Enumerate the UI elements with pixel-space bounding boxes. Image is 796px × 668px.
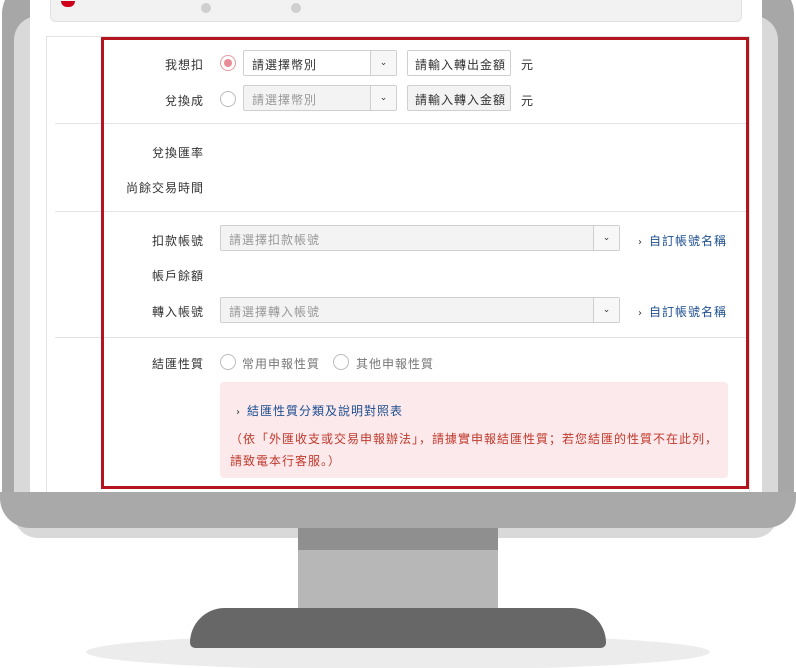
monitor-chin	[0, 492, 796, 528]
custom-account-link-text-2: 自訂帳號名稱	[649, 305, 728, 319]
chevron-down-icon: ⌄	[593, 298, 619, 322]
debit-account-select[interactable]: 請選擇扣款帳號 ⌄	[220, 225, 620, 251]
debit-amount-input[interactable]: 請輸入轉出金額	[407, 50, 511, 76]
chevron-down-icon: ⌄	[370, 51, 396, 75]
remit-other-label[interactable]: 其他申報性質	[356, 355, 434, 372]
debit-amount-placeholder: 請輸入轉出金額	[415, 58, 507, 72]
monitor-neck-shadow	[298, 528, 498, 550]
remit-other-radio[interactable]	[333, 354, 349, 370]
divider	[55, 337, 749, 338]
remit-notice-text: （依「外匯收支或交易申報辦法」，請據實申報結匯性質；若您結匯的性質不在此列，請致…	[230, 432, 719, 468]
custom-account-name-link-2[interactable]: › 自訂帳號名稱	[638, 303, 727, 320]
credit-label: 兌換成	[164, 94, 204, 108]
chevron-right-icon: ›	[638, 237, 643, 248]
chevron-down-icon: ⌄	[593, 226, 619, 250]
credit-radio[interactable]	[220, 91, 236, 107]
remit-type-label: 結匯性質	[151, 357, 204, 371]
balance-label: 帳戶餘額	[151, 269, 204, 283]
credit-unit: 元	[521, 94, 534, 108]
top-nav-strip	[50, 0, 742, 22]
chevron-right-icon: ›	[236, 407, 241, 418]
custom-account-link-text: 自訂帳號名稱	[649, 234, 728, 248]
remit-common-label[interactable]: 常用申報性質	[242, 355, 320, 372]
credit-account-select[interactable]: 請選擇轉入帳號 ⌄	[220, 297, 620, 323]
chevron-right-icon: ›	[638, 308, 643, 319]
credit-currency-value: 請選擇幣別	[252, 93, 318, 107]
debit-radio[interactable]	[220, 55, 236, 71]
brand-logo	[61, 1, 75, 7]
debit-unit: 元	[521, 58, 534, 72]
debit-account-label: 扣款帳號	[151, 234, 204, 248]
nav-icon[interactable]	[201, 3, 211, 13]
remaining-time-label: 尚餘交易時間	[125, 181, 204, 195]
custom-account-name-link[interactable]: › 自訂帳號名稱	[638, 232, 727, 249]
nav-icon[interactable]	[291, 3, 301, 13]
credit-account-value: 請選擇轉入帳號	[229, 305, 321, 319]
debit-account-value: 請選擇扣款帳號	[229, 233, 321, 247]
monitor-base	[190, 608, 606, 648]
rate-label: 兌換匯率	[151, 146, 204, 160]
debit-currency-select[interactable]: 請選擇幣別 ⌄	[243, 50, 397, 76]
remit-common-radio[interactable]	[220, 354, 236, 370]
remit-table-link[interactable]: › 結匯性質分類及說明對照表	[236, 402, 403, 419]
divider	[55, 123, 749, 124]
debit-currency-value: 請選擇幣別	[252, 58, 318, 72]
credit-account-label: 轉入帳號	[151, 305, 204, 319]
debit-label: 我想扣	[164, 58, 204, 72]
remit-table-link-text: 結匯性質分類及說明對照表	[247, 404, 404, 418]
divider	[55, 211, 749, 212]
remit-notice-box: › 結匯性質分類及說明對照表 （依「外匯收支或交易申報辦法」，請據實申報結匯性質；…	[220, 382, 728, 478]
chevron-down-icon: ⌄	[370, 86, 396, 110]
credit-amount-placeholder: 請輸入轉入金額	[415, 93, 507, 107]
credit-amount-input[interactable]: 請輸入轉入金額	[407, 85, 511, 111]
credit-currency-select[interactable]: 請選擇幣別 ⌄	[243, 85, 397, 111]
monitor-screen: 我想扣 請選擇幣別 ⌄ 請輸入轉出金額 元 兌換成 請選擇幣別 ⌄ 請輸入轉入金…	[30, 0, 762, 492]
